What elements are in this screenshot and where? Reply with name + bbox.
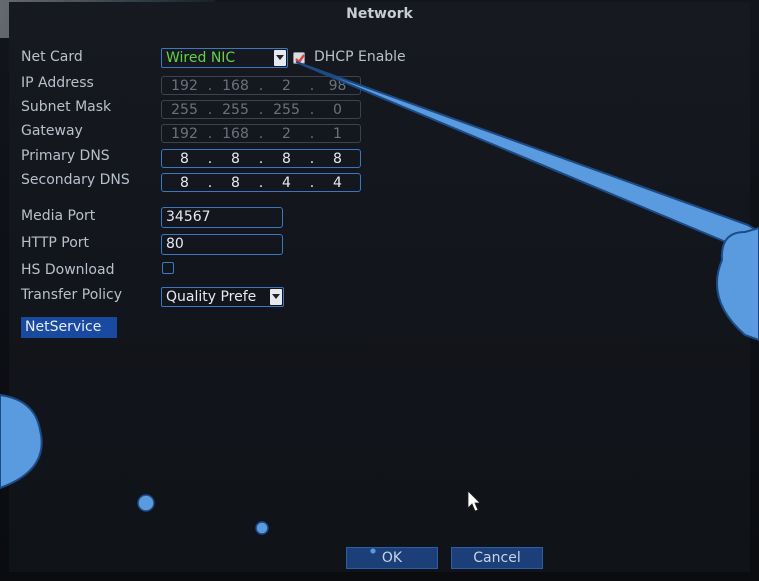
thought-dot-small: [369, 547, 377, 555]
dvr-screen: Network Net Card Wired NIC DHCP Enable I…: [0, 0, 759, 581]
callout-pointer: [295, 61, 759, 257]
thought-dot-medium: [255, 521, 269, 535]
thought-bubble-right: [715, 226, 759, 342]
thought-bubble-left: [0, 393, 43, 490]
thought-dot-large: [137, 494, 155, 512]
annotation-overlay: [0, 61, 759, 555]
mouse-pointer-icon: [467, 490, 481, 512]
